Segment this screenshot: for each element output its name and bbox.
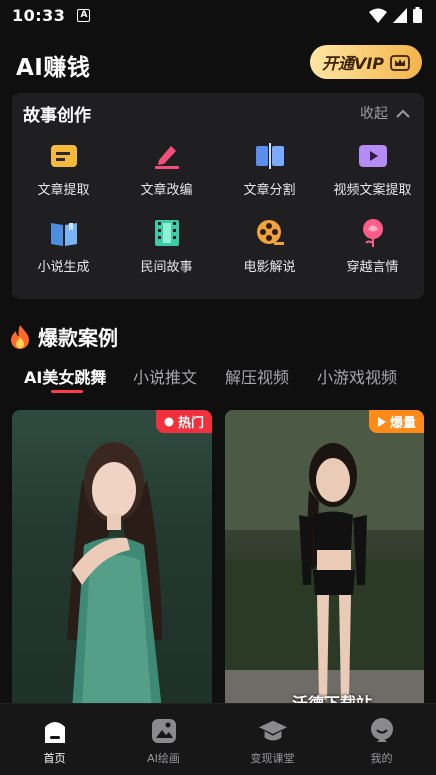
play-small-icon bbox=[377, 416, 386, 427]
tool-label: 文章分割 bbox=[243, 183, 296, 198]
hot-section-title: 爆款案例 bbox=[38, 326, 118, 350]
tool-label: 穿越言情 bbox=[346, 260, 399, 275]
tool-grid: 文章提取 文章改编 文章分割 视频文案提取 小说生成 民间故事 电影解说 穿越言… bbox=[12, 141, 424, 275]
vip-button[interactable]: 开通VIP bbox=[310, 45, 422, 79]
book-icon bbox=[49, 218, 79, 248]
tool-folk-story[interactable]: 民间故事 bbox=[115, 218, 218, 275]
split-icon bbox=[255, 141, 285, 171]
tab-relax-video[interactable]: 解压视频 bbox=[225, 364, 289, 388]
tool-article-adapt[interactable]: 文章改编 bbox=[115, 141, 218, 198]
graduation-cap-icon bbox=[258, 716, 288, 746]
edit-pencil-icon bbox=[152, 141, 182, 171]
flame-small-icon bbox=[164, 417, 174, 427]
image-icon bbox=[149, 716, 179, 746]
collapse-toggle[interactable]: 收起 bbox=[360, 103, 410, 123]
trending-badge-label: 爆量 bbox=[389, 416, 416, 431]
tool-article-extract[interactable]: 文章提取 bbox=[12, 141, 115, 198]
nav-label: AI绘画 bbox=[147, 752, 180, 765]
nav-item-profile[interactable]: 我的 bbox=[327, 704, 436, 775]
tab-ai-beauty-dance[interactable]: AI美女跳舞 bbox=[24, 364, 106, 388]
film-strip-icon bbox=[152, 218, 182, 248]
case-card[interactable]: 爆量 bbox=[225, 410, 424, 710]
nav-item-monetize-class[interactable]: 变现课堂 bbox=[218, 704, 327, 775]
tool-label: 电影解说 bbox=[243, 260, 296, 275]
story-card-title: 故事创作 bbox=[23, 106, 91, 126]
profile-icon bbox=[367, 716, 397, 746]
tool-movie-commentary[interactable]: 电影解说 bbox=[218, 218, 321, 275]
hot-badge: 热门 bbox=[155, 410, 212, 433]
chevron-up-icon bbox=[396, 109, 410, 118]
notification-icon: A bbox=[77, 8, 91, 22]
tool-label: 文章改编 bbox=[140, 183, 193, 198]
tool-label: 视频文案提取 bbox=[333, 183, 412, 198]
hot-section-header: 爆款案例 bbox=[10, 322, 118, 351]
nav-label: 变现课堂 bbox=[250, 752, 295, 765]
vip-button-label: 开通VIP bbox=[321, 54, 385, 73]
signal-icon bbox=[393, 7, 407, 23]
tool-video-copy-extract[interactable]: 视频文案提取 bbox=[321, 141, 424, 198]
dancer-image bbox=[225, 410, 424, 710]
tool-novel-generate[interactable]: 小说生成 bbox=[12, 218, 115, 275]
category-tabs: AI美女跳舞 小说推文 解压视频 小游戏视频 bbox=[0, 362, 436, 402]
home-icon bbox=[40, 716, 70, 746]
tool-time-travel-romance[interactable]: 穿越言情 bbox=[321, 218, 424, 275]
nav-item-ai-painting[interactable]: AI绘画 bbox=[109, 704, 218, 775]
crown-icon bbox=[390, 55, 410, 71]
tool-label: 小说生成 bbox=[37, 260, 90, 275]
wifi-icon bbox=[369, 8, 387, 23]
film-reel-icon bbox=[255, 218, 285, 248]
nav-label: 首页 bbox=[43, 752, 66, 765]
tool-label: 民间故事 bbox=[140, 260, 193, 275]
tab-novel-promo[interactable]: 小说推文 bbox=[133, 364, 197, 388]
rose-icon bbox=[358, 218, 388, 248]
collapse-label: 收起 bbox=[360, 106, 388, 122]
fire-icon bbox=[11, 324, 29, 349]
active-tab-indicator bbox=[51, 390, 83, 393]
nav-item-home[interactable]: 首页 bbox=[0, 704, 109, 775]
case-card[interactable]: 热门 bbox=[12, 410, 212, 710]
status-bar: 10:33 A bbox=[0, 0, 436, 30]
status-time: 10:33 bbox=[12, 5, 66, 25]
dancer-image bbox=[67, 442, 162, 710]
status-icons bbox=[369, 7, 422, 23]
battery-icon bbox=[413, 7, 422, 23]
bottom-nav: 首页 AI绘画 变现课堂 我的 bbox=[0, 703, 436, 775]
tab-mini-game-video[interactable]: 小游戏视频 bbox=[317, 364, 397, 388]
tool-article-split[interactable]: 文章分割 bbox=[218, 141, 321, 198]
trending-badge: 爆量 bbox=[368, 410, 424, 433]
story-creation-card: 故事创作 收起 文章提取 文章改编 文章分割 视频文案提取 小说生成 民间故事 … bbox=[12, 93, 424, 299]
app-header: AI赚钱 开通VIP bbox=[0, 44, 436, 82]
tool-label: 文章提取 bbox=[37, 183, 90, 198]
doc-extract-icon bbox=[49, 141, 79, 171]
video-play-icon bbox=[358, 141, 388, 171]
hot-badge-label: 热门 bbox=[177, 416, 204, 431]
page-title: AI赚钱 bbox=[16, 55, 91, 81]
nav-label: 我的 bbox=[370, 752, 393, 765]
